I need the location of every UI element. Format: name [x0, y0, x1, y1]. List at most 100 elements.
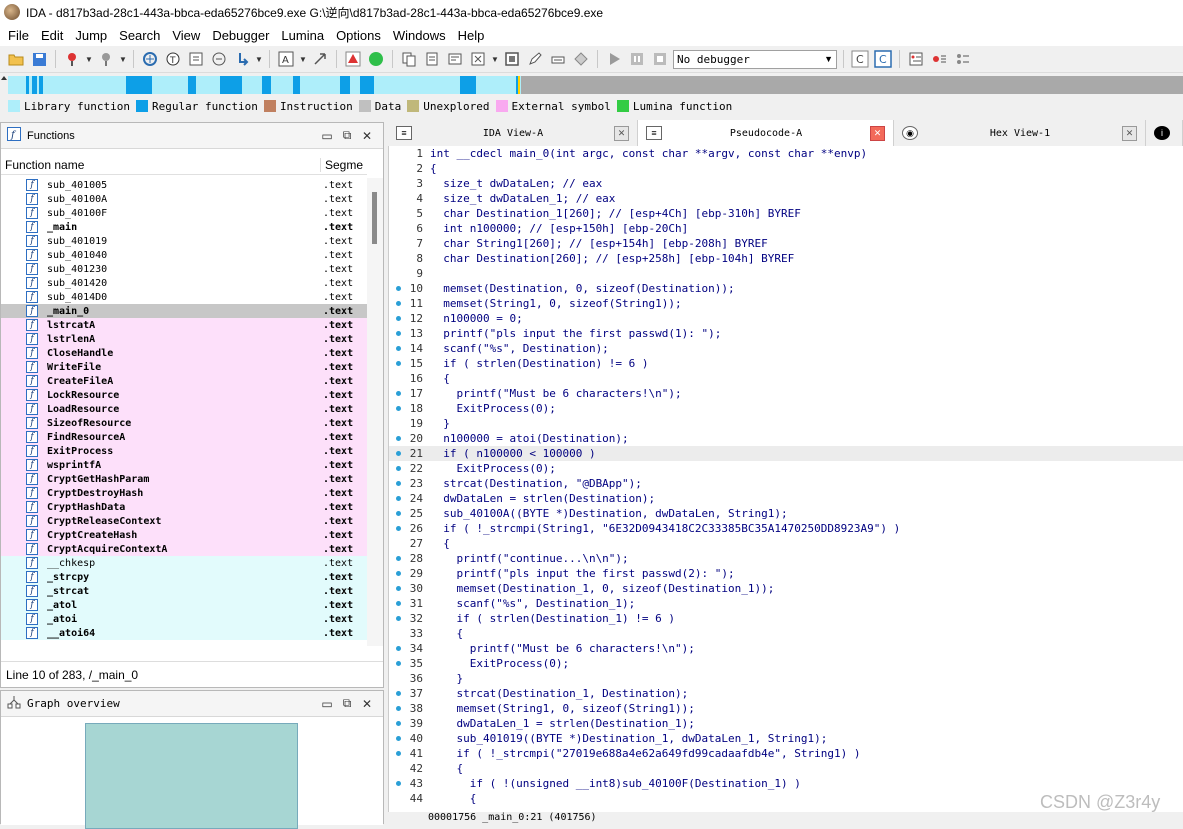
- code-line[interactable]: 28 printf("continue...\n\n");: [389, 551, 1183, 566]
- code-line[interactable]: 25 sub_40100A((BYTE *)Destination, dwDat…: [389, 506, 1183, 521]
- diamond-icon[interactable]: [571, 49, 591, 69]
- breakpoint-dot-icon[interactable]: [396, 406, 401, 411]
- stop-debug-icon[interactable]: [650, 49, 670, 69]
- add-breakpoint-icon[interactable]: [929, 49, 949, 69]
- code-line[interactable]: 1 int __cdecl main_0(int argc, const char…: [389, 146, 1183, 161]
- copy-icon[interactable]: [399, 49, 419, 69]
- scrollbar-thumb[interactable]: [372, 192, 377, 244]
- maximize-icon[interactable]: ▭: [317, 129, 337, 143]
- code-line[interactable]: 34 printf("Must be 6 characters!\n");: [389, 641, 1183, 656]
- float-icon[interactable]: ⧉: [337, 128, 357, 143]
- function-row[interactable]: f SizeofResource .text: [1, 416, 367, 430]
- text-view-icon[interactable]: T: [163, 49, 183, 69]
- patch-icon[interactable]: [548, 49, 568, 69]
- function-row[interactable]: f sub_401040 .text: [1, 248, 367, 262]
- column-function-name[interactable]: Function name: [1, 157, 321, 172]
- cut-dropdown-icon[interactable]: ▼: [491, 55, 499, 64]
- code-line[interactable]: 17 printf("Must be 6 characters!\n");: [389, 386, 1183, 401]
- structures-icon[interactable]: [209, 49, 229, 69]
- code-line[interactable]: 36 }: [389, 671, 1183, 686]
- cut-icon[interactable]: [468, 49, 488, 69]
- code-line[interactable]: 37 strcat(Destination_1, Destination);: [389, 686, 1183, 701]
- menu-help[interactable]: Help: [452, 28, 491, 43]
- close-icon[interactable]: ✕: [614, 125, 629, 141]
- function-row[interactable]: f sub_40100A .text: [1, 192, 367, 206]
- code-line[interactable]: 11 memset(String1, 0, sizeof(String1));: [389, 296, 1183, 311]
- function-row[interactable]: f _strcat .text: [1, 584, 367, 598]
- code-line[interactable]: 9: [389, 266, 1183, 281]
- menu-lumina[interactable]: Lumina: [275, 28, 330, 43]
- copy-c-icon[interactable]: C: [850, 49, 870, 69]
- menu-search[interactable]: Search: [113, 28, 166, 43]
- maximize-icon[interactable]: ▭: [317, 697, 337, 711]
- debugger-select[interactable]: No debugger ▼: [673, 49, 837, 69]
- code-line[interactable]: 32 if ( strlen(Destination_1) != 6 ): [389, 611, 1183, 626]
- breakpoint-dot-icon[interactable]: [396, 286, 401, 291]
- breakpoint-dot-icon[interactable]: [396, 301, 401, 306]
- open-file-icon[interactable]: [6, 49, 26, 69]
- jump-address-dropdown-icon[interactable]: ▼: [255, 55, 263, 64]
- function-row[interactable]: f _atoi .text: [1, 612, 367, 626]
- hex-view-icon[interactable]: [186, 49, 206, 69]
- jump-back-icon[interactable]: [62, 49, 82, 69]
- code-line[interactable]: 15 if ( strlen(Destination) != 6 ): [389, 356, 1183, 371]
- decompile-c-icon[interactable]: C: [873, 49, 893, 69]
- code-line[interactable]: 43 if ( !(unsigned __int8)sub_40100F(Des…: [389, 776, 1183, 791]
- tab-ida-view-a[interactable]: ≡ IDA View-A ✕: [388, 120, 638, 146]
- pseudocode-view[interactable]: 1 int __cdecl main_0(int argc, const char…: [388, 146, 1183, 812]
- function-row[interactable]: f sub_401420 .text: [1, 276, 367, 290]
- function-row[interactable]: f CryptGetHashParam .text: [1, 472, 367, 486]
- function-row[interactable]: f CreateFileA .text: [1, 374, 367, 388]
- menu-debugger[interactable]: Debugger: [206, 28, 275, 43]
- edit-pen-icon[interactable]: [525, 49, 545, 69]
- close-icon[interactable]: ✕: [357, 697, 377, 711]
- start-debug-icon[interactable]: [604, 49, 624, 69]
- menu-windows[interactable]: Windows: [387, 28, 452, 43]
- breakpoint-dot-icon[interactable]: [396, 361, 401, 366]
- code-line[interactable]: 23 strcat(Destination, "@DBApp");: [389, 476, 1183, 491]
- code-line[interactable]: 7 char String1[260]; // [esp+154h] [ebp-…: [389, 236, 1183, 251]
- code-line[interactable]: 31 scanf("%s", Destination_1);: [389, 596, 1183, 611]
- breakpoint-dot-icon[interactable]: [396, 556, 401, 561]
- string-type-dropdown-icon[interactable]: ▼: [299, 55, 307, 64]
- function-row[interactable]: f _main .text: [1, 220, 367, 234]
- breakpoint-dot-icon[interactable]: [396, 601, 401, 606]
- function-row[interactable]: f FindResourceA .text: [1, 430, 367, 444]
- code-line[interactable]: 24 dwDataLen = strlen(Destination);: [389, 491, 1183, 506]
- column-segment[interactable]: Segme: [321, 158, 363, 172]
- undo-icon[interactable]: [445, 49, 465, 69]
- graph-viewport-box[interactable]: [85, 723, 298, 829]
- code-line[interactable]: 10 memset(Destination, 0, sizeof(Destina…: [389, 281, 1183, 296]
- function-row[interactable]: f sub_401019 .text: [1, 234, 367, 248]
- breakpoint-dot-icon[interactable]: [396, 736, 401, 741]
- code-line[interactable]: 22 ExitProcess(0);: [389, 461, 1183, 476]
- code-line[interactable]: 19 }: [389, 416, 1183, 431]
- breakpoint-dot-icon[interactable]: [396, 391, 401, 396]
- function-row[interactable]: f _atol .text: [1, 598, 367, 612]
- code-line[interactable]: 20 n100000 = atoi(Destination);: [389, 431, 1183, 446]
- function-row[interactable]: f CryptReleaseContext .text: [1, 514, 367, 528]
- code-line[interactable]: 21 if ( n100000 < 100000 ): [389, 446, 1183, 461]
- close-icon[interactable]: ✕: [357, 129, 377, 143]
- menu-file[interactable]: File: [2, 28, 35, 43]
- function-row[interactable]: f WriteFile .text: [1, 360, 367, 374]
- jump-forward-dropdown-icon[interactable]: ▼: [119, 55, 127, 64]
- function-row[interactable]: f wsprintfA .text: [1, 458, 367, 472]
- function-row[interactable]: f CryptCreateHash .text: [1, 528, 367, 542]
- breakpoint-dot-icon[interactable]: [396, 511, 401, 516]
- graph-view-icon[interactable]: [140, 49, 160, 69]
- function-row[interactable]: f CryptAcquireContextA .text: [1, 542, 367, 556]
- pause-debug-icon[interactable]: [627, 49, 647, 69]
- tab-hex-view-1[interactable]: ◉ Hex View-1 ✕: [894, 120, 1146, 146]
- code-line[interactable]: 27 {: [389, 536, 1183, 551]
- breakpoint-dot-icon[interactable]: [396, 721, 401, 726]
- code-line[interactable]: 29 printf("pls input the first passwd(2)…: [389, 566, 1183, 581]
- breakpoint-dot-icon[interactable]: [396, 496, 401, 501]
- paste-icon[interactable]: [422, 49, 442, 69]
- code-line[interactable]: 2{: [389, 161, 1183, 176]
- menu-options[interactable]: Options: [330, 28, 387, 43]
- code-line[interactable]: 8 char Destination[260]; // [esp+258h] […: [389, 251, 1183, 266]
- breakpoint-dot-icon[interactable]: [396, 466, 401, 471]
- breakpoint-dot-icon[interactable]: [396, 661, 401, 666]
- code-line[interactable]: 3 size_t dwDataLen; // eax: [389, 176, 1183, 191]
